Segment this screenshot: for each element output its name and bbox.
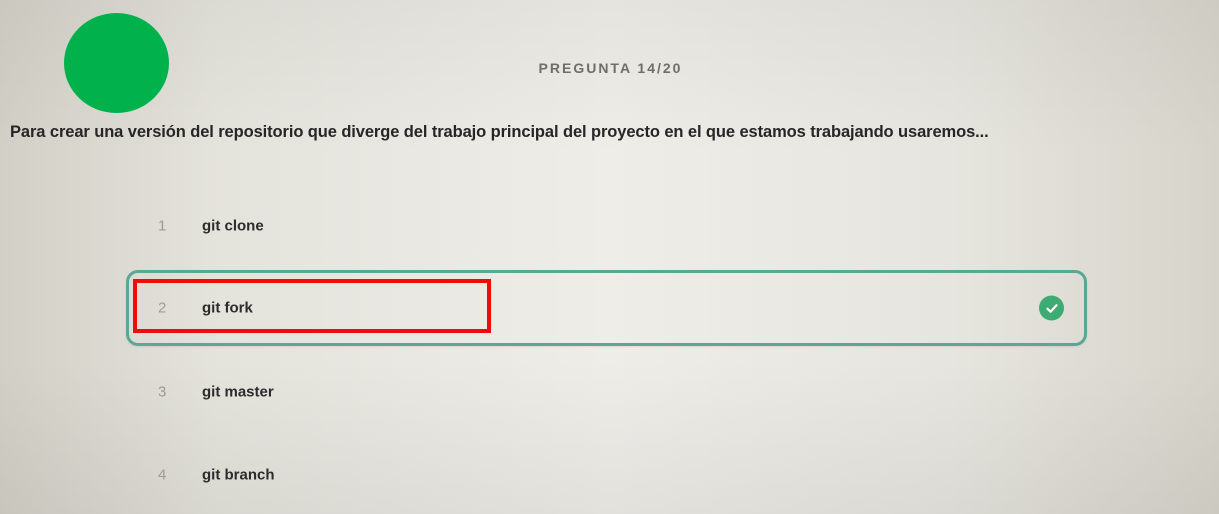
option-label: git clone [202,217,264,235]
option-number: 1 [158,217,167,235]
answer-options: 1 git clone 2 git fork 3 git master 4 gi… [0,0,1219,514]
red-highlight-annotation [133,279,491,333]
option-number: 3 [158,383,167,401]
option-label: git master [202,383,274,401]
option-label: git branch [202,466,275,484]
option-1[interactable]: 1 git clone [126,188,1087,264]
option-3[interactable]: 3 git master [126,354,1087,430]
option-4[interactable]: 4 git branch [126,437,1087,513]
check-circle-icon [1039,295,1064,321]
option-number: 4 [158,466,167,484]
